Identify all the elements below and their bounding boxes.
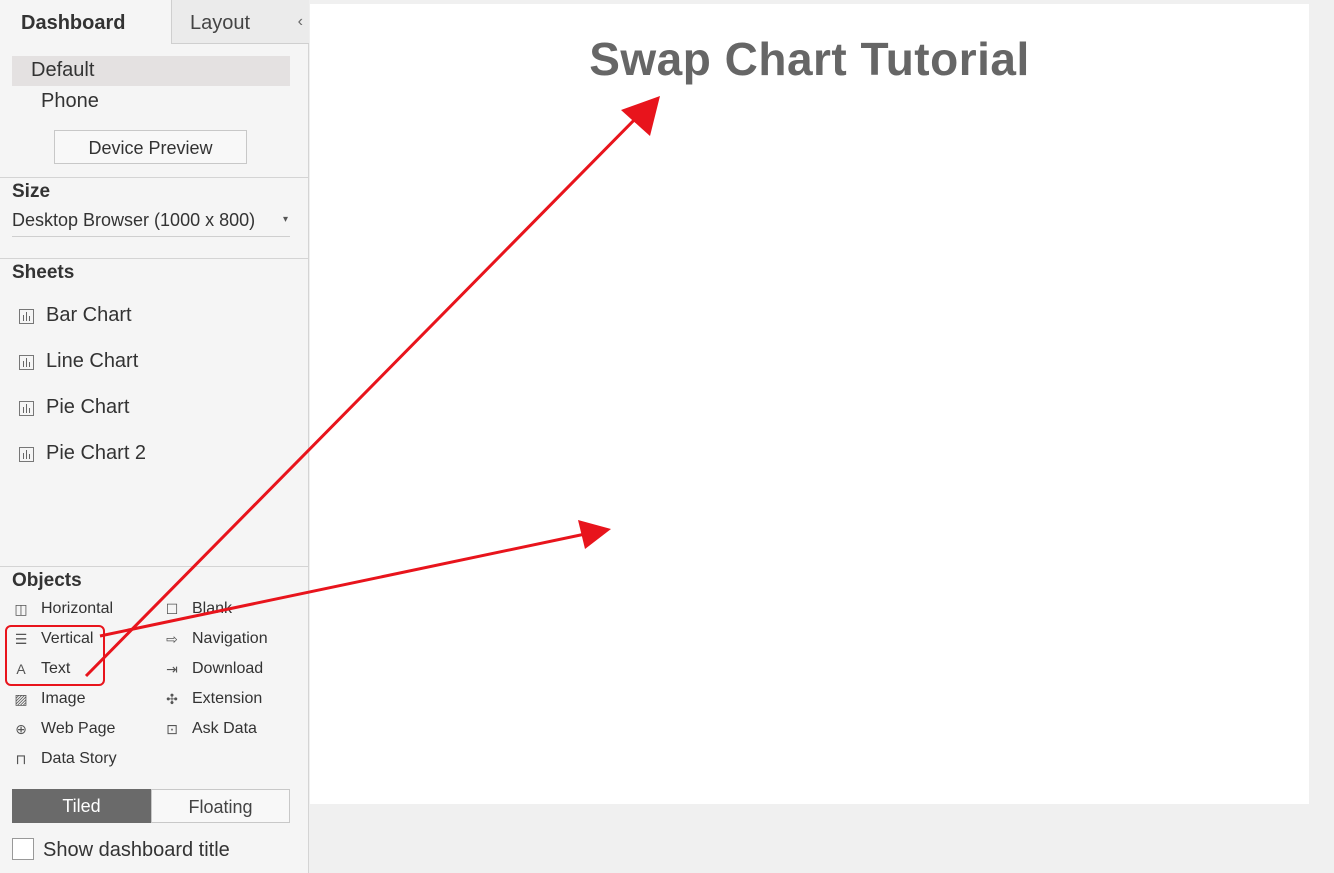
divider [0,566,309,567]
dashboard-side-panel: Dashboard Layout ‹ Default Phone Device … [0,0,309,873]
divider [0,258,309,259]
worksheet-icon [19,447,34,462]
object-label: Web Page [41,720,116,737]
show-title-checkbox[interactable] [12,838,34,860]
device-option-phone[interactable]: Phone [12,87,290,117]
object-label: Blank [192,600,233,617]
data-story-icon: ⊓ [15,751,27,767]
sheet-item-bar-chart[interactable]: Bar Chart [19,302,289,332]
object-label: Navigation [192,630,268,647]
object-label: Horizontal [41,600,114,617]
collapse-chevron-left-icon[interactable]: ‹ [298,13,303,31]
sheet-item-label: Pie Chart 2 [46,442,147,464]
show-title-label: Show dashboard title [43,839,230,861]
object-label: Download [192,660,264,677]
size-dropdown[interactable]: Desktop Browser (1000 x 800) ▾ [12,210,290,237]
device-option-default[interactable]: Default [12,56,290,86]
device-preview-button[interactable]: Device Preview [54,130,247,164]
ask-data-icon: ⊡ [166,721,178,737]
object-label: Text [41,660,71,677]
sheet-item-pie-chart[interactable]: Pie Chart [19,394,289,424]
worksheet-icon [19,309,34,324]
horizontal-container-icon: ◫ [14,601,28,617]
sheet-item-line-chart[interactable]: Line Chart [19,348,289,378]
web-page-icon: ⊕ [15,721,27,737]
sheets-heading: Sheets [12,262,75,283]
dashboard-title-text[interactable]: Swap Chart Tutorial [310,32,1309,86]
sheet-item-label: Pie Chart [46,396,130,418]
panel-tabbar: Dashboard Layout ‹ [0,0,309,44]
sheet-item-label: Line Chart [46,350,139,372]
text-icon: A [16,661,26,677]
tiled-toggle-button[interactable]: Tiled [12,789,151,823]
blank-icon: ☐ [165,601,179,617]
object-label: Image [41,690,86,707]
objects-heading: Objects [12,570,82,591]
object-label: Ask Data [192,720,257,737]
divider [0,177,309,178]
object-label: Extension [192,690,263,707]
object-label: Vertical [41,630,94,647]
tab-dashboard[interactable]: Dashboard [0,0,172,44]
sheet-item-pie-chart-2[interactable]: Pie Chart 2 [19,440,289,470]
dropdown-caret-icon: ▾ [282,214,288,225]
worksheet-icon [19,401,34,416]
navigation-icon: ⇨ [166,631,178,647]
size-dropdown-value: Desktop Browser (1000 x 800) [12,210,256,230]
floating-toggle-button[interactable]: Floating [151,789,290,823]
extension-icon: ✣ [166,691,178,707]
dashboard-canvas[interactable]: Swap Chart Tutorial [310,4,1309,804]
tab-layout-label: Layout [190,12,251,34]
image-icon: ▨ [14,691,28,707]
object-label: Data Story [41,750,117,767]
worksheet-icon [19,355,34,370]
vertical-container-icon: ☰ [14,631,28,647]
download-icon: ⇥ [166,661,178,677]
tab-layout[interactable]: Layout ‹ [172,0,309,44]
sheet-item-label: Bar Chart [46,304,132,326]
size-heading: Size [12,181,51,202]
